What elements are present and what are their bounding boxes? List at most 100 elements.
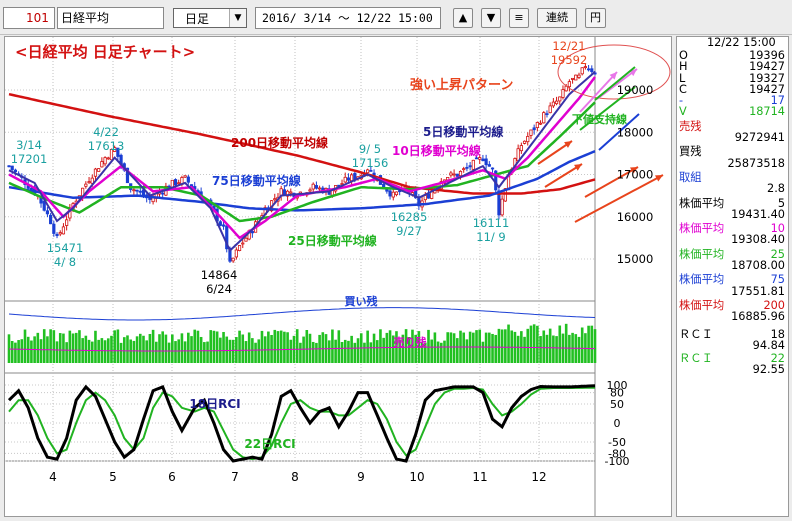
volume-bar [366, 330, 369, 363]
price-label-a-6: 16111 [473, 216, 510, 230]
buy-remaining-label: 買い残 [345, 294, 378, 308]
candle-body [574, 74, 578, 81]
volume-bar [315, 342, 318, 363]
candle-body [132, 189, 136, 192]
volume-bar [375, 340, 379, 363]
volume-bar [30, 340, 33, 363]
scroll-up-button[interactable]: ▲ [453, 8, 473, 28]
volume-bar [68, 330, 72, 363]
volume-bar [564, 323, 568, 363]
price-label-b-0: 17201 [11, 152, 48, 166]
volume-bar [430, 339, 433, 363]
volume-bar [308, 333, 312, 363]
ma-label-0: 株価平均 [679, 196, 725, 210]
volume-bar [145, 340, 148, 363]
yen-button[interactable]: 円 [585, 8, 606, 28]
volume-bar [295, 329, 299, 363]
volume-bar [103, 340, 107, 363]
volume-bar [443, 340, 446, 363]
ma-value-0: 19431.40 [731, 207, 785, 221]
price-label-b-2: 4/ 8 [54, 255, 76, 269]
kaizan-value: 25873518 [727, 156, 786, 170]
volume-bar [283, 331, 286, 363]
candle-body [289, 191, 293, 194]
volume-bar [49, 329, 52, 363]
x-tick-label: 10 [409, 470, 424, 484]
chevron-down-icon[interactable]: ▼ [229, 9, 246, 27]
volume-bar [132, 340, 136, 363]
price-label-a-4: 9/ 5 [359, 142, 381, 156]
menu-button[interactable]: ≡ [509, 8, 529, 28]
volume-bar [504, 329, 507, 363]
price-label-b-5: 9/27 [396, 224, 422, 238]
candle-body [535, 122, 539, 128]
candle-body [273, 198, 277, 201]
volume-bar [78, 330, 81, 363]
candle-body [234, 249, 238, 258]
ma25-line [8, 101, 596, 223]
volume-bar [206, 341, 209, 363]
volume-bar [122, 337, 126, 363]
volume-bar [209, 330, 213, 363]
x-tick-label: 9 [357, 470, 365, 484]
candle-body [100, 161, 104, 168]
urizan-value: 9272941 [734, 131, 785, 145]
rci-tick-label: -100 [605, 455, 630, 468]
volume-bar [228, 339, 232, 363]
volume-bar [244, 341, 248, 363]
volume-bar [279, 330, 283, 363]
volume-bar [167, 342, 171, 363]
volume-bar [238, 330, 241, 363]
period-select[interactable]: 日足 ▼ [173, 8, 247, 28]
volume-bar [126, 335, 129, 363]
rci-tick-label: 50 [610, 398, 624, 411]
volume-bar [472, 332, 475, 363]
price-label-a-1: 4/22 [93, 125, 119, 139]
volume-bar [484, 332, 488, 363]
candle-body [13, 169, 18, 173]
volume-bar [510, 330, 514, 363]
candle-body [529, 129, 533, 136]
volume-bar [273, 329, 277, 363]
scroll-down-button[interactable]: ▼ [481, 8, 501, 28]
volume-bar [491, 333, 494, 363]
candle-body [570, 77, 575, 80]
ma-period-3: 75 [770, 273, 785, 287]
continuous-button[interactable]: 連続 [537, 8, 577, 28]
stock-name-field[interactable]: 日経平均 [57, 7, 164, 29]
candle-body [586, 68, 591, 71]
candle-body [308, 189, 312, 192]
volume-bar [382, 337, 385, 363]
volume-bar [587, 325, 590, 363]
volume-bar [516, 335, 520, 363]
volume-bar [542, 330, 546, 363]
volume-bar [347, 340, 350, 363]
volume-bar [55, 341, 59, 363]
volume-bar [164, 334, 168, 363]
volume-bar [379, 329, 382, 363]
volume-bar [452, 333, 456, 363]
ma-label-2: 株価平均 [679, 247, 725, 261]
candle-body [526, 136, 530, 143]
candle-body [343, 176, 347, 183]
volume-bar [110, 335, 113, 363]
volume-bar [74, 332, 78, 363]
volume-bar [500, 329, 504, 363]
volume-bar [183, 341, 187, 363]
volume-bar [456, 338, 459, 363]
date-range-field[interactable]: 2016/ 3/14 ～ 12/22 15:00 [255, 7, 441, 29]
candle-body [106, 157, 110, 160]
candle-body [551, 101, 555, 107]
volume-bar [257, 339, 261, 363]
volume-bar [254, 342, 257, 363]
volume-bar [161, 331, 165, 363]
volume-bar [532, 324, 536, 363]
stock-code-field[interactable]: 101 [3, 7, 55, 29]
candle-body [567, 81, 571, 88]
volume-bar [203, 342, 206, 363]
volume-bar [363, 342, 366, 363]
candle-body [231, 257, 235, 262]
volume-bar [187, 332, 190, 363]
rci-label-1: ＲＣＩ [679, 352, 713, 366]
candle-body [490, 167, 495, 170]
